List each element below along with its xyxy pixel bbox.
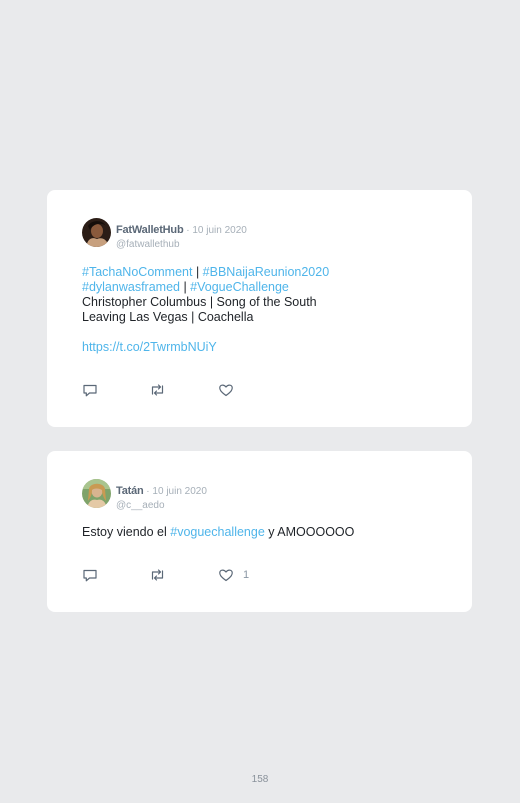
author-handle[interactable]: @fatwallethub — [116, 239, 247, 250]
tweet-text-segment: y AMOOOOOO — [264, 525, 355, 539]
tweet-card: Tatán · 10 juin 2020 @c__aedo Estoy vien… — [47, 451, 472, 612]
like-button[interactable] — [218, 382, 243, 398]
tweet-link[interactable]: https://t.co/2TwrmbNUiY — [82, 340, 217, 354]
author-name[interactable]: FatWalletHub — [116, 224, 184, 236]
tweet-text-line: Christopher Columbus | Song of the South — [82, 295, 317, 309]
avatar[interactable] — [82, 479, 111, 508]
hashtag-link[interactable]: #TachaNoComment — [82, 265, 192, 279]
author-handle[interactable]: @c__aedo — [116, 500, 207, 511]
reply-button[interactable] — [82, 567, 98, 583]
tweet-text-line: Leaving Las Vegas | Coachella — [82, 310, 254, 324]
avatar[interactable] — [82, 218, 111, 247]
text-separator: | — [179, 280, 191, 294]
heart-icon — [218, 567, 234, 583]
like-count: 1 — [243, 569, 250, 581]
tweet-text-segment: Estoy viendo el — [82, 525, 171, 539]
tweet-card: FatWalletHub · 10 juin 2020 @fatwallethu… — [47, 190, 472, 427]
hashtag-link[interactable]: #dylanwasframed — [82, 280, 180, 294]
tweet-date[interactable]: 10 juin 2020 — [152, 486, 207, 497]
page-number: 158 — [251, 774, 269, 785]
hashtag-link[interactable]: #voguechallenge — [170, 525, 265, 539]
like-button[interactable]: 1 — [218, 567, 249, 583]
hashtag-link[interactable]: #BBNaijaReunion2020 — [203, 265, 329, 279]
tweet-date[interactable]: 10 juin 2020 — [192, 225, 247, 236]
retweet-button[interactable] — [149, 567, 166, 583]
reply-icon — [82, 382, 98, 398]
retweet-button[interactable] — [149, 382, 166, 398]
reply-icon — [82, 567, 98, 583]
retweet-icon — [149, 567, 166, 583]
text-separator: | — [192, 265, 203, 279]
tweet-text: Estoy viendo el #voguechallenge y AMOOOO… — [82, 525, 452, 540]
reply-button[interactable] — [82, 382, 98, 398]
tweet-text: #TachaNoComment | #BBNaijaReunion2020 #d… — [82, 265, 452, 355]
heart-icon — [218, 382, 234, 398]
author-name[interactable]: Tatán — [116, 485, 144, 497]
hashtag-link[interactable]: #VogueChallenge — [190, 280, 289, 294]
retweet-icon — [149, 382, 166, 398]
